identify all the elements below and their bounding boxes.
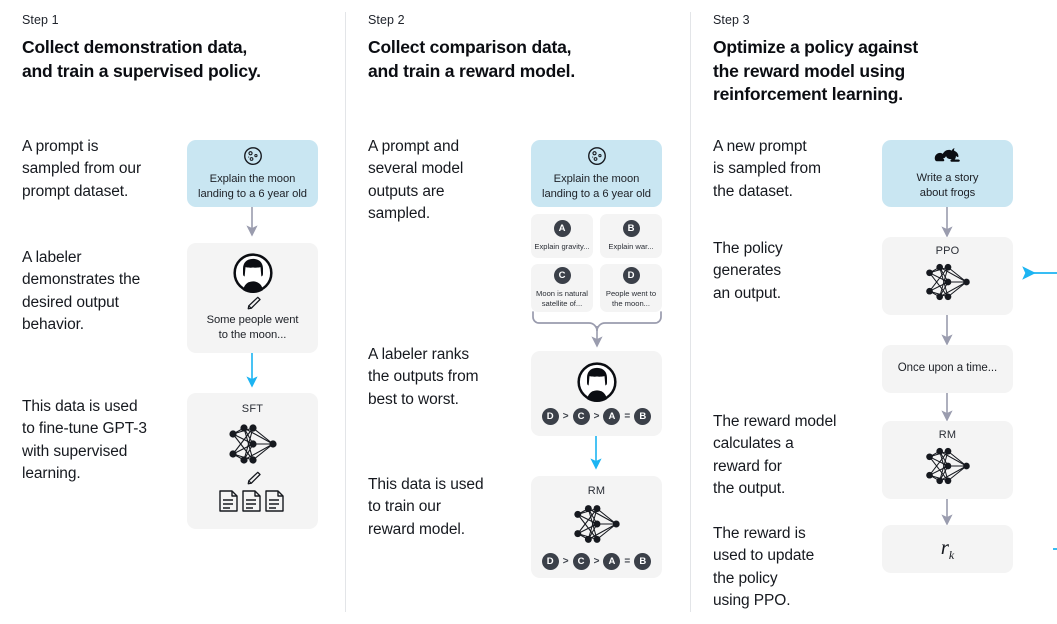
step-2-rm-box[interactable]: RM D > C > A = B [531,476,662,578]
output-chip-a: A [553,219,571,237]
moon-icon [242,145,264,167]
labeler-avatar-icon [576,362,617,402]
output-caption-c: Moon is natural satellite of... [536,288,588,308]
rm-rank-chip-3: A [603,553,621,570]
neural-network-icon [567,499,627,549]
step-3-label: Step 3 [713,13,750,27]
step-2-prompt-caption: Explain the moon landing to a 6 year old [542,172,651,200]
step-1-sft-box[interactable]: SFT [187,393,318,529]
step-2-note-1: A prompt and several model outputs are s… [368,138,464,223]
output-chip-d: D [622,266,640,284]
output-chip-b: B [622,219,640,237]
step-3-rm-tag: RM [938,429,957,441]
moon-icon [586,145,608,167]
step-1-note-1: A prompt is sampled from our prompt data… [22,138,142,200]
output-card-b[interactable]: B Explain war... [600,214,662,258]
step-1-sft-tag: SFT [241,403,264,415]
output-caption-d: People went to the moon... [605,288,657,308]
rank-chip-3: A [603,408,621,425]
step-2-rm-tag: RM [587,485,606,497]
rm-rank-chip-2: C [572,553,590,570]
step-2-rank-box[interactable]: D > C > A = B [531,351,662,436]
step-1-note-2: A labeler demonstrates the desired outpu… [22,249,141,334]
step-3-reward-box[interactable]: rk [882,525,1013,573]
step-3-note-1: A new prompt is sampled from the dataset… [713,138,821,200]
rank-op-2: > [593,411,600,422]
rm-rank-op-2: > [593,556,600,567]
step-3-ppo-tag: PPO [935,245,960,257]
step-3-note-4: The reward is used to update the policy … [713,525,815,610]
step-2-prompt-box[interactable]: Explain the moon landing to a 6 year old [531,140,662,207]
step-3-column: Step 3 Optimize a policy against the rew… [691,0,1057,624]
step-1-demo-caption: Some people went to the moon... [206,313,299,341]
step-2-title: Collect comparison data, and train a rew… [368,37,575,81]
rank-chip-4: B [634,408,652,425]
frog-icon [933,146,963,166]
rm-rank-chip-4: B [634,553,652,570]
step-1-prompt-caption: Explain the moon landing to a 6 year old [198,172,307,200]
rm-rank-op-3: = [624,556,631,567]
step-2-merge-connector [531,311,663,350]
rank-op-3: = [624,411,631,422]
output-caption-a: Explain gravity... [534,241,590,251]
pencil-icon [244,296,262,310]
step-1-prompt-box[interactable]: Explain the moon landing to a 6 year old [187,140,318,207]
step-3-prompt-caption: Write a story about frogs [916,171,979,199]
step-3-feedback-loop-arrow [1013,265,1057,555]
labeler-avatar-icon [232,253,273,293]
rank-chip-1: D [541,408,559,425]
rlhf-diagram: Step 1 Collect demonstration data, and t… [0,0,1057,624]
step-3-arrow-2 [940,315,954,349]
rm-rank-op-1: > [562,556,569,567]
step-1-note-3: This data is used to fine-tune GPT-3 wit… [22,398,147,483]
step-2-note-2: A labeler ranks the outputs from best to… [368,346,479,408]
step-3-arrow-1 [940,207,954,241]
step-3-output-caption: Once upon a time... [897,362,998,375]
step-3-title: Optimize a policy against the reward mod… [713,37,919,105]
rm-rank-chip-1: D [541,553,559,570]
step-3-prompt-box[interactable]: Write a story about frogs [882,140,1013,207]
step-3-note-2: The policy generates an output. [713,240,783,302]
neural-network-icon [222,418,284,470]
step-1-label: Step 1 [22,13,59,27]
step-2-label: Step 2 [368,13,405,27]
step-1-arrow-2 [245,353,259,391]
output-card-c[interactable]: C Moon is natural satellite of... [531,264,593,312]
output-chip-c: C [553,266,571,284]
step-2-note-3: This data is used to train our reward mo… [368,476,484,538]
step-1-title: Collect demonstration data, and train a … [22,37,261,81]
documents-icon [218,489,288,513]
step-2-column: Step 2 Collect comparison data, and trai… [346,0,690,624]
step-3-output-box[interactable]: Once upon a time... [882,345,1013,393]
step-1-demonstration-box[interactable]: Some people went to the moon... [187,243,318,353]
step-1-arrow-1 [245,207,259,240]
step-3-rm-box[interactable]: RM [882,421,1013,499]
output-card-a[interactable]: A Explain gravity... [531,214,593,258]
step-3-note-3: The reward model calculates a reward for… [713,413,837,498]
step-2-arrow-blue [589,436,603,474]
output-caption-b: Explain war... [608,241,654,251]
step-2-rm-ranking: D > C > A = B [541,553,652,570]
step-1-column: Step 1 Collect demonstration data, and t… [0,0,345,624]
reward-symbol: rk [940,534,955,563]
neural-network-icon [919,258,977,306]
rank-op-1: > [562,411,569,422]
rank-chip-2: C [572,408,590,425]
step-3-ppo-box[interactable]: PPO [882,237,1013,315]
step-2-ranking: D > C > A = B [541,408,652,425]
output-card-d[interactable]: D People went to the moon... [600,264,662,312]
neural-network-icon [919,442,977,490]
pencil-icon [244,471,262,485]
